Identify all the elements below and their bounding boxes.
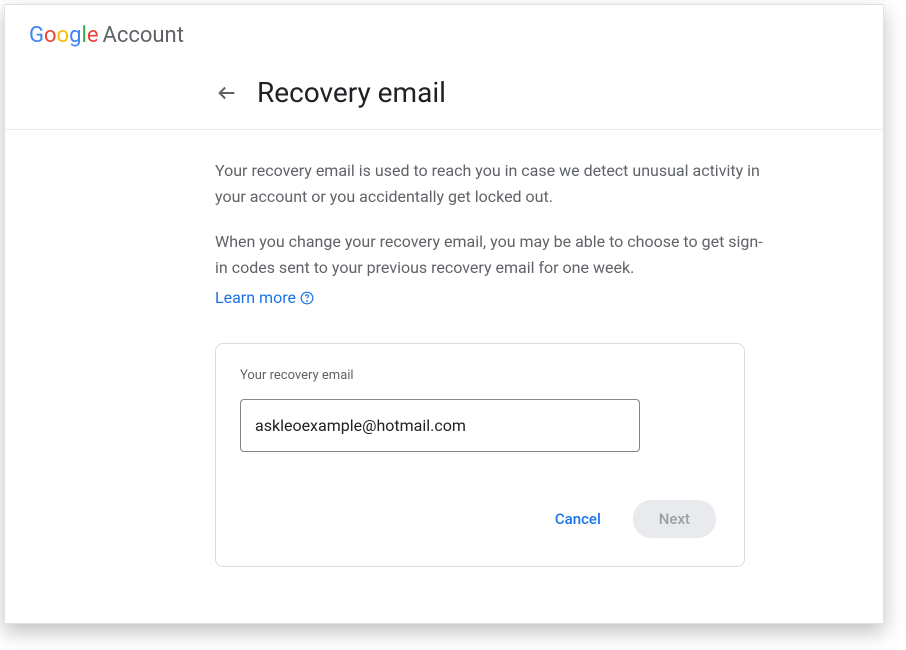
content: Your recovery email is used to reach you… — [215, 130, 775, 567]
email-input-label: Your recovery email — [240, 368, 720, 383]
back-arrow-icon[interactable] — [215, 81, 239, 105]
learn-more-text: Learn more — [215, 288, 296, 307]
next-button[interactable]: Next — [633, 500, 716, 538]
description-2: When you change your recovery email, you… — [215, 229, 775, 280]
cancel-button[interactable]: Cancel — [543, 502, 613, 536]
header: Google Account — [5, 5, 883, 62]
button-row: Cancel Next — [240, 500, 720, 538]
account-label: Account — [102, 23, 183, 48]
learn-more-link[interactable]: Learn more — [215, 288, 314, 307]
google-logo: Google Account — [29, 23, 184, 48]
description-1: Your recovery email is used to reach you… — [215, 158, 775, 209]
page-title: Recovery email — [257, 76, 446, 109]
recovery-email-input[interactable] — [240, 399, 640, 452]
title-row: Recovery email — [215, 62, 883, 129]
help-circle-icon — [300, 291, 314, 305]
recovery-email-card: Your recovery email Cancel Next — [215, 343, 745, 567]
